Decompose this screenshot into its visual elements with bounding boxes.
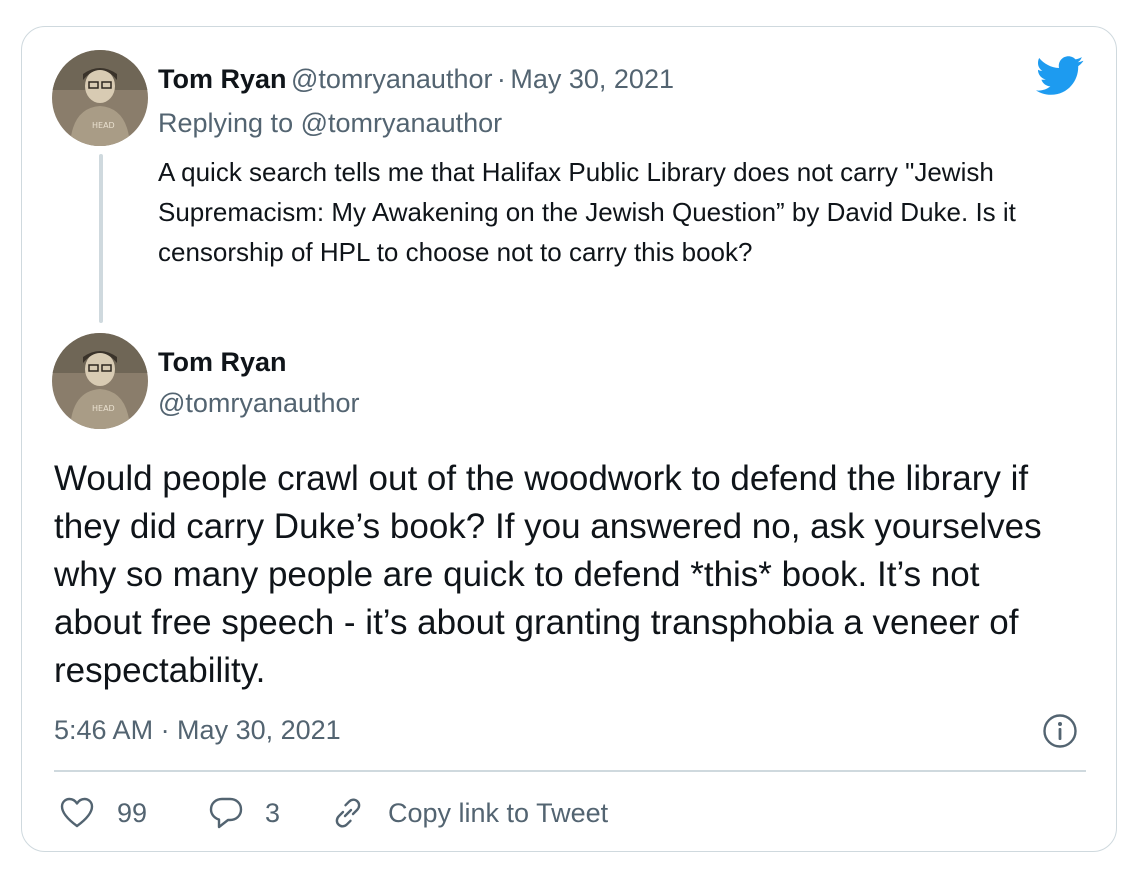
main-tweet-text: Would people crawl out of the woodwork t… bbox=[54, 459, 1042, 690]
like-button[interactable]: 99 bbox=[60, 794, 147, 832]
quoted-header: Tom Ryan @tomryanauthor · May 30, 2021 bbox=[158, 62, 674, 101]
replying-handle[interactable]: @tomryanauthor bbox=[301, 108, 503, 138]
main-display-name[interactable]: Tom Ryan bbox=[158, 345, 287, 379]
quoted-handle[interactable]: @tomryanauthor bbox=[291, 64, 493, 94]
svg-text:HEAD: HEAD bbox=[92, 121, 115, 130]
reply-button[interactable]: 3 bbox=[208, 794, 280, 832]
thread-connector-line bbox=[99, 154, 103, 323]
quoted-avatar[interactable]: HEAD bbox=[52, 50, 148, 146]
quoted-display-name[interactable]: Tom Ryan bbox=[158, 64, 287, 94]
quoted-tweet-text: A quick search tells me that Halifax Pub… bbox=[158, 157, 1016, 267]
svg-text:HEAD: HEAD bbox=[92, 404, 115, 413]
copy-link-label: Copy link to Tweet bbox=[388, 797, 609, 828]
tweet-timestamp[interactable]: 5:46 AM · May 30, 2021 bbox=[54, 712, 341, 748]
main-handle[interactable]: @tomryanauthor bbox=[158, 386, 360, 420]
main-avatar[interactable]: HEAD bbox=[52, 333, 148, 429]
quoted-date[interactable]: May 30, 2021 bbox=[510, 64, 674, 94]
actions-divider bbox=[54, 770, 1086, 772]
info-icon[interactable] bbox=[1042, 713, 1078, 749]
speech-bubble-icon bbox=[208, 796, 244, 830]
quoted-separator: · bbox=[496, 64, 506, 94]
replying-prefix: Replying to bbox=[158, 108, 294, 138]
link-icon bbox=[330, 795, 366, 831]
like-count: 99 bbox=[117, 797, 148, 828]
copy-link-button[interactable]: Copy link to Tweet bbox=[330, 794, 608, 832]
twitter-bird-icon[interactable] bbox=[1036, 56, 1084, 96]
replying-to-line: Replying to @tomryanauthor bbox=[158, 106, 502, 140]
reply-count: 3 bbox=[265, 797, 281, 828]
heart-icon bbox=[60, 797, 94, 829]
